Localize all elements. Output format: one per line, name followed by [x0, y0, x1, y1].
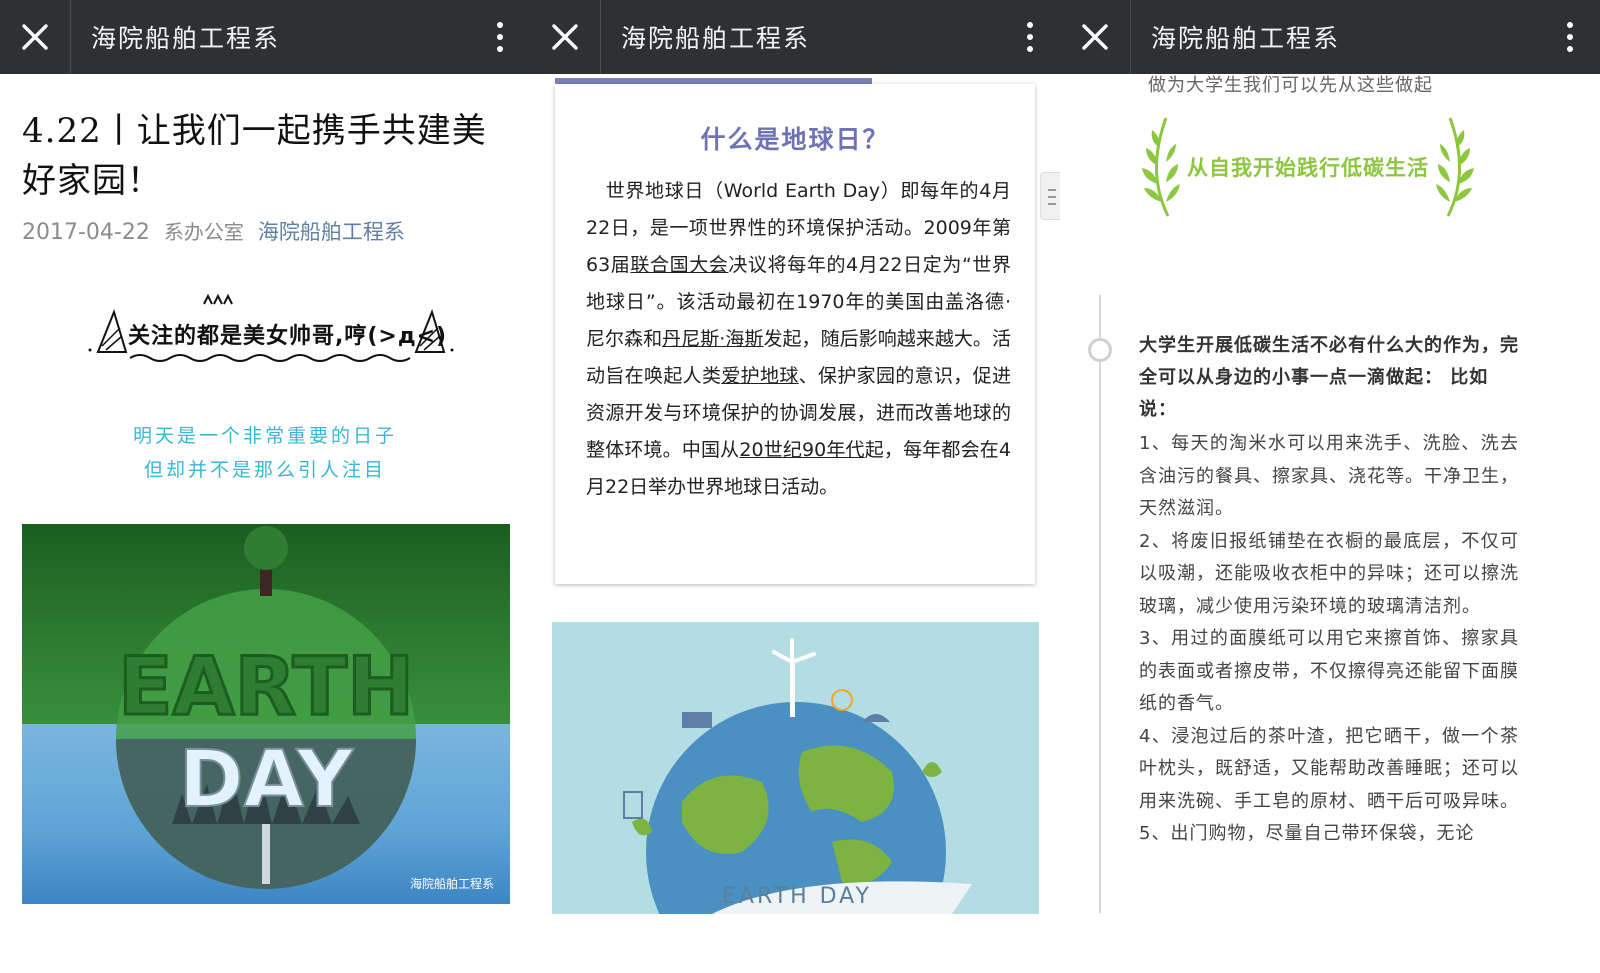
card-text-3: 和	[643, 328, 663, 350]
tips-lead: 大学生开展低碳生活不必有什么大的作为，完全可以从身边的小事一点一滴做起： 比如说…	[1139, 335, 1519, 420]
svg-text:EARTH: EARTH	[118, 640, 414, 733]
close-icon	[552, 24, 578, 50]
article-screen-1: 海院船舶工程系 4.22丨让我们一起携手共建美好家园！ 2017-04-22 系…	[0, 0, 530, 973]
close-icon	[1082, 24, 1108, 50]
top-bar: 海院船舶工程系	[1060, 0, 1600, 74]
list-icon	[1048, 189, 1056, 205]
author: 系办公室	[163, 220, 244, 244]
top-bar: 海院船舶工程系	[0, 0, 530, 74]
page-title: 海院船舶工程系	[1151, 24, 1341, 53]
article-screen-3: 海院船舶工程系 做为大学生我们可以先从这些做起 从自我开始践行低碳生活 大学生开…	[1060, 0, 1600, 973]
intro-line-1: 明天是一个非常重要的日子	[132, 425, 397, 447]
card-title: 什么是地球日？	[700, 125, 890, 154]
timeline-dot	[1088, 338, 1112, 362]
link-90s[interactable]: 20世纪90年代	[739, 439, 864, 461]
tips-list: 1、每天的淘米水可以用来洗手、洗脸、洗去含油污的餐具、擦家具、浇花等。干净卫生，…	[1139, 428, 1519, 851]
page-title: 海院船舶工程系	[91, 24, 281, 53]
image-watermark: 海院船舶工程系	[409, 877, 494, 891]
close-button[interactable]	[0, 0, 70, 74]
top-bar: 海院船舶工程系	[530, 0, 1060, 74]
link-un[interactable]: 联合国大会	[630, 254, 728, 276]
more-vertical-icon	[1027, 22, 1033, 52]
banner-text: 关注的都是美女帅哥,哼(>д<)	[128, 324, 448, 349]
earth-globe-graphic: EARTH DAY	[116, 526, 416, 889]
laurel-banner-text: 从自我开始践行低碳生活	[1187, 156, 1429, 180]
close-icon	[22, 24, 48, 50]
intro-line-2: 但却并不是那么引人注目	[143, 459, 386, 481]
timeline-line	[1099, 295, 1101, 913]
follow-banner: 关注的都是美女帅哥,哼(>д<)	[80, 290, 460, 370]
publish-date: 2017-04-22	[22, 220, 150, 245]
article-meta: 2017-04-22 系办公室 海院船舶工程系	[22, 216, 405, 246]
more-vertical-icon	[1567, 22, 1573, 52]
link-hayes[interactable]: 丹尼斯·海斯	[662, 328, 763, 350]
account-link[interactable]: 海院船舶工程系	[258, 216, 405, 246]
article-title: 4.22丨让我们一起携手共建美好家园！	[22, 111, 487, 201]
earth-day-illustration[interactable]: EARTH DAY	[552, 622, 1039, 914]
side-menu-tab[interactable]	[1040, 172, 1060, 220]
svg-text:DAY: DAY	[179, 735, 355, 825]
tip-item: 2、将废旧报纸铺垫在衣橱的最底层，不仅可以吸潮，还能吸收衣柜中的异味；还可以擦洗…	[1139, 530, 1519, 617]
tip-item: 4、浸泡过后的茶叶渣，把它晒干，做一个茶叶枕头，既舒适，又能帮助改善睡眠；还可以…	[1139, 725, 1519, 812]
globe-illustration	[623, 638, 972, 914]
info-card: 什么是地球日？ 世界地球日（World Earth Day）即每年的4月22日，…	[555, 84, 1035, 584]
close-button[interactable]	[1060, 0, 1130, 74]
earth-day-label: EARTH DAY	[722, 884, 872, 909]
link-protect[interactable]: 爱护地球	[721, 365, 798, 387]
close-button[interactable]	[530, 0, 600, 74]
page-title: 海院船舶工程系	[621, 24, 811, 53]
tip-item: 5、出门购物，尽量自己带环保袋，无论	[1139, 823, 1475, 844]
more-button[interactable]	[1000, 0, 1060, 74]
more-vertical-icon	[497, 22, 503, 52]
article-screen-2: 海院船舶工程系 什么是地球日？ 世界地球日（World Earth Day）即每…	[530, 0, 1060, 973]
section-intro: 做为大学生我们可以先从这些做起	[1148, 75, 1433, 96]
more-button[interactable]	[1540, 0, 1600, 74]
tip-item: 3、用过的面膜纸可以用它来擦首饰、擦家具的表面或者擦皮带，不仅擦得亮还能留下面膜…	[1139, 628, 1519, 714]
tip-item: 1、每天的淘米水可以用来洗手、洗脸、洗去含油污的餐具、擦家具、浇花等。干净卫生，…	[1139, 433, 1519, 519]
earth-day-image[interactable]: EARTH DAY 海院船舶工程系	[22, 524, 510, 904]
card-body: 世界地球日（World Earth Day）即每年的4月22日，是一项世界性的环…	[586, 173, 1011, 506]
laurel-banner: 从自我开始践行低碳生活	[1138, 112, 1478, 222]
more-button[interactable]	[470, 0, 530, 74]
